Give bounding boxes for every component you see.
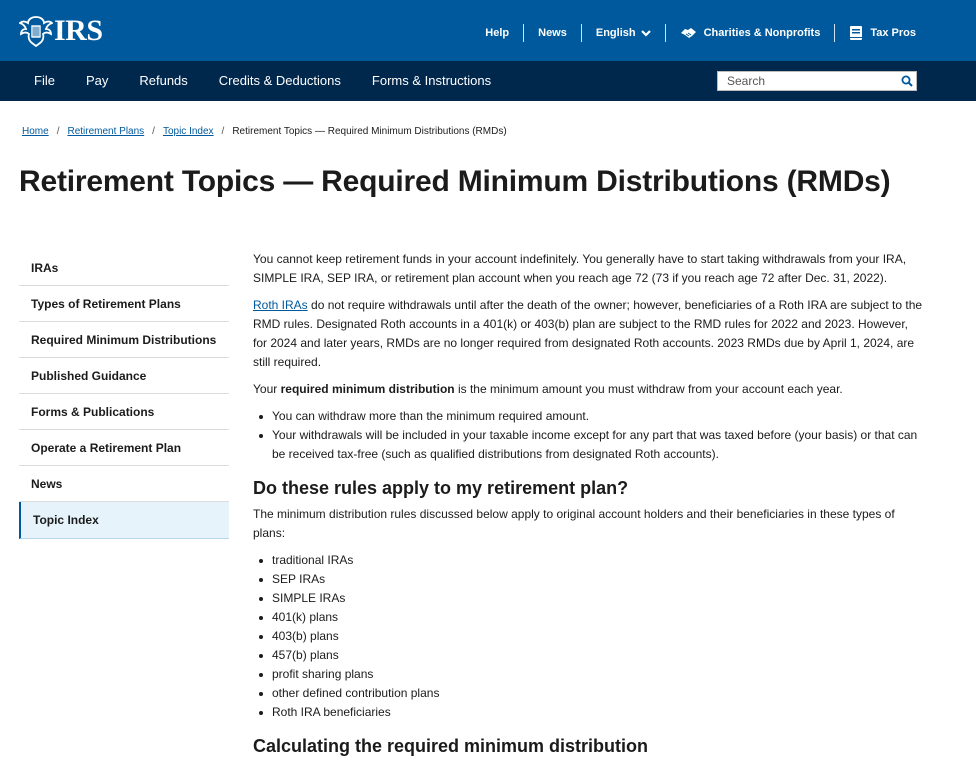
intro-paragraph: You cannot keep retirement funds in your… [253,252,907,285]
charities-link[interactable]: Charities & Nonprofits [666,24,835,42]
nav-file[interactable]: File [34,61,55,101]
sidebar-item-required-minimum-distributions[interactable]: Required Minimum Distributions [19,322,229,358]
sidebar-item-topic-index[interactable]: Topic Index [19,502,229,539]
page-title: Retirement Topics — Required Minimum Dis… [19,165,891,198]
help-label: Help [485,27,510,39]
sidebar-item-forms-publications[interactable]: Forms & Publications [19,394,229,430]
search-icon[interactable] [901,75,913,87]
top-header: IRS Help News English Charities & Nonpro… [0,0,976,61]
rmd-definition-pre: Your [253,382,281,396]
news-label: News [538,27,567,39]
breadcrumb-retirement-plans[interactable]: Retirement Plans [67,126,144,137]
sidebar-item-news[interactable]: News [19,466,229,502]
plans-intro-paragraph: The minimum distribution rules discussed… [253,507,895,540]
sidebar-item-published-guidance[interactable]: Published Guidance [19,358,229,394]
roth-paragraph: Roth IRAs do not require withdrawals unt… [253,296,923,372]
breadcrumb-current: Retirement Topics — Required Minimum Dis… [232,126,507,137]
sidebar-item-iras[interactable]: IRAs [19,250,229,286]
breadcrumb-separator: / [56,126,60,137]
section-heading-rules-apply: Do these rules apply to my retirement pl… [253,478,629,498]
rmd-notes-list: You can withdraw more than the minimum r… [253,407,923,464]
list-item: SEP IRAs [253,570,923,589]
rmd-definition-paragraph: Your required minimum distribution is th… [253,380,923,399]
search-box [717,71,917,91]
language-label: English [595,27,636,39]
language-selector[interactable]: English [582,24,665,42]
breadcrumb-separator: / [152,126,155,137]
sidebar-nav: IRAs Types of Retirement Plans Required … [19,250,229,539]
nav-pay[interactable]: Pay [86,61,108,101]
rmd-definition-post: is the minimum amount you must withdraw … [454,382,843,396]
list-item: SIMPLE IRAs [253,589,923,608]
eagle-logo-icon [19,16,53,47]
news-link[interactable]: News [524,24,581,42]
list-item: Roth IRA beneficiaries [253,703,923,722]
list-item: traditional IRAs [253,551,923,570]
list-item: 401(k) plans [253,608,923,627]
roth-iras-link[interactable]: Roth IRAs [253,298,308,312]
list-item: 403(b) plans [253,627,923,646]
list-item: 457(b) plans [253,646,923,665]
chevron-down-icon [640,30,651,37]
list-item: Your withdrawals will be included in you… [253,426,923,464]
nav-forms-instructions[interactable]: Forms & Instructions [372,61,491,101]
list-item: You can withdraw more than the minimum r… [253,407,923,426]
nav-credits-deductions[interactable]: Credits & Deductions [219,61,341,101]
sidebar-item-types-of-retirement-plans[interactable]: Types of Retirement Plans [19,286,229,322]
list-item: other defined contribution plans [253,684,923,703]
list-item: profit sharing plans [253,665,923,684]
roth-paragraph-text: do not require withdrawals until after t… [253,298,923,369]
irs-logo[interactable]: IRS [19,14,103,48]
tax-pros-label: Tax Pros [870,27,916,39]
section-heading-calculating-rmd: Calculating the required minimum distrib… [253,736,649,756]
tax-pros-link[interactable]: Tax Pros [835,24,916,42]
rmd-definition-bold: required minimum distribution [280,382,455,396]
nav-refunds[interactable]: Refunds [139,61,187,101]
breadcrumb-separator: / [221,126,225,137]
utility-nav: Help News English Charities & Nonprofits… [471,22,916,44]
main-content: You cannot keep retirement funds in your… [253,250,923,763]
breadcrumb: Home / Retirement Plans / Topic Index / … [22,126,507,137]
sidebar-item-operate-retirement-plan[interactable]: Operate a Retirement Plan [19,430,229,466]
help-link[interactable]: Help [471,24,523,42]
logo-text: IRS [54,14,103,47]
breadcrumb-home[interactable]: Home [22,126,49,137]
charities-label: Charities & Nonprofits [703,27,821,39]
book-icon [850,26,863,40]
breadcrumb-topic-index[interactable]: Topic Index [163,126,214,137]
handshake-icon [680,28,696,38]
main-nav-links: File Pay Refunds Credits & Deductions Fo… [19,61,522,101]
search-input[interactable] [718,72,893,90]
plan-types-list: traditional IRAs SEP IRAs SIMPLE IRAs 40… [253,551,923,722]
